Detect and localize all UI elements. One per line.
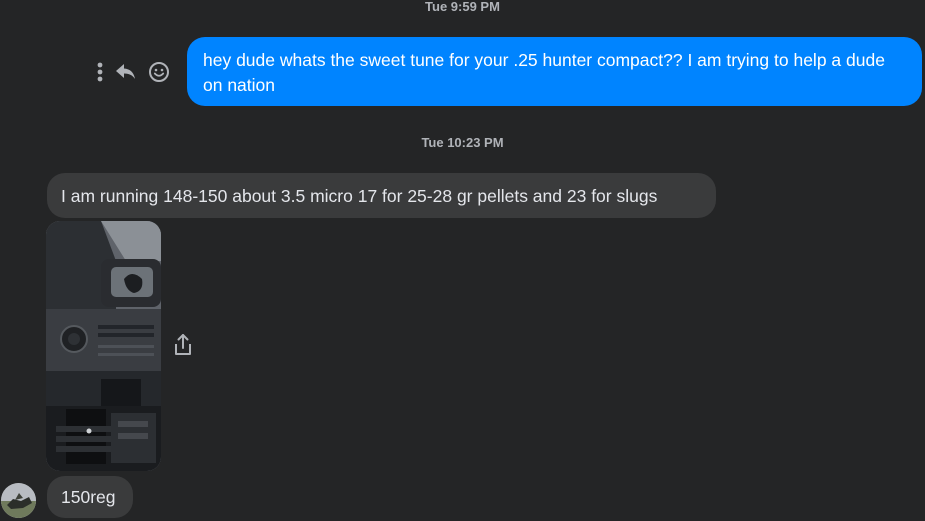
incoming-message-text: I am running 148-150 about 3.5 micro 17 …: [61, 186, 658, 206]
outgoing-message-bubble[interactable]: hey dude whats the sweet tune for your .…: [187, 37, 922, 106]
message-actions: [96, 58, 170, 86]
incoming-message-bubble[interactable]: 150reg: [47, 476, 133, 518]
avatar[interactable]: [1, 483, 36, 518]
image-attachment-graphic: [46, 221, 161, 471]
avatar-image: [1, 483, 36, 518]
image-attachment[interactable]: [46, 221, 161, 471]
share-button[interactable]: [171, 332, 195, 358]
timestamp: Tue 9:59 PM: [425, 0, 500, 14]
share-icon: [175, 334, 191, 355]
more-options-icon[interactable]: [96, 61, 104, 83]
incoming-message-bubble[interactable]: I am running 148-150 about 3.5 micro 17 …: [47, 173, 716, 218]
incoming-message-text: 150reg: [61, 487, 116, 507]
react-emoji-icon[interactable]: [148, 61, 170, 83]
reply-icon[interactable]: [114, 62, 138, 82]
outgoing-message-text: hey dude whats the sweet tune for your .…: [203, 50, 885, 95]
timestamp: Tue 10:23 PM: [421, 135, 504, 150]
